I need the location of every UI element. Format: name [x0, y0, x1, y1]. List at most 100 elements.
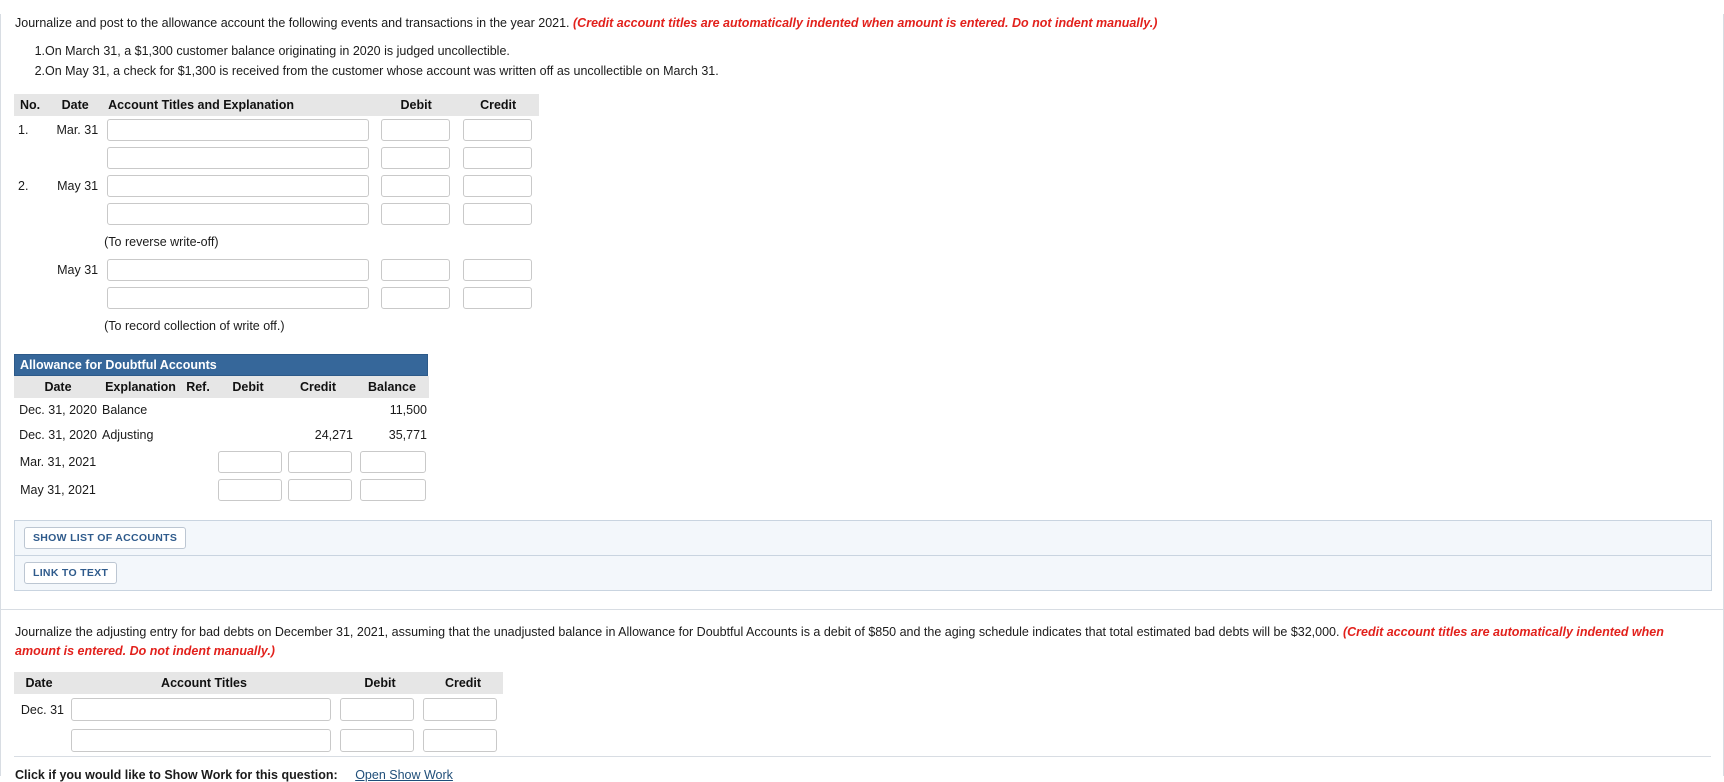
ledger-balance: 35,771	[388, 428, 427, 443]
debit-cell	[337, 725, 420, 756]
link-to-text-button[interactable]: LINK TO TEXT	[24, 561, 118, 584]
question-1-intro-text: Journalize and post to the allowance acc…	[15, 16, 570, 30]
account-title-input[interactable]	[107, 286, 370, 309]
credit-input[interactable]	[463, 146, 533, 169]
table-row: 1. Mar. 31	[14, 116, 539, 144]
ledger-explanation	[102, 448, 179, 476]
debit-cell	[375, 116, 457, 144]
journal-entry-header-row: No. Date Account Titles and Explanation …	[14, 93, 540, 116]
ledger-balance-input[interactable]	[360, 478, 426, 501]
credit-input[interactable]	[423, 729, 497, 753]
show-work-label: Click if you would like to Show Work for…	[15, 768, 338, 782]
debit-input[interactable]	[381, 202, 451, 225]
open-show-work-link[interactable]: Open Show Work	[355, 768, 453, 782]
row-number	[14, 200, 46, 228]
table-row: 2. May 31	[14, 172, 539, 200]
table-row: May 31	[14, 256, 539, 284]
show-work-row: Click if you would like to Show Work for…	[15, 768, 1723, 782]
row-date	[46, 144, 104, 172]
ledger-balance-cell	[357, 448, 429, 476]
memo-spacer	[46, 228, 104, 256]
account-title-input[interactable]	[107, 118, 370, 141]
debit-input[interactable]	[381, 258, 451, 281]
account-title-input[interactable]	[71, 729, 331, 753]
ledger-debit-input[interactable]	[218, 450, 282, 473]
question-1-section: Journalize and post to the allowance acc…	[1, 14, 1723, 81]
debit-cell	[375, 144, 457, 172]
question-1-intro-note: (Credit account titles are automatically…	[573, 16, 1158, 30]
memo-spacer	[457, 228, 539, 256]
credit-input[interactable]	[463, 174, 533, 197]
ledger-column-header-explanation: Explanation	[102, 375, 179, 398]
debit-input[interactable]	[381, 146, 451, 169]
account-title-input[interactable]	[107, 258, 370, 281]
column-header-credit: Credit	[457, 93, 540, 116]
column-header-date: Date	[14, 672, 68, 695]
account-title-input[interactable]	[107, 146, 370, 169]
question-1-event-list: 1. On March 31, a $1,300 customer balanc…	[15, 42, 1711, 81]
debit-cell	[375, 200, 457, 228]
credit-input[interactable]	[463, 258, 533, 281]
ledger-debit-input[interactable]	[218, 478, 282, 501]
account-title-cell	[104, 144, 375, 172]
row-number	[14, 144, 46, 172]
credit-cell	[420, 694, 503, 725]
show-list-of-accounts-bar: SHOW LIST OF ACCOUNTS	[14, 519, 1712, 556]
question-1-intro: Journalize and post to the allowance acc…	[15, 14, 1711, 32]
ledger-explanation: Balance	[102, 403, 148, 418]
credit-cell	[457, 172, 539, 200]
debit-input[interactable]	[381, 286, 451, 309]
account-title-input[interactable]	[107, 202, 370, 225]
debit-input[interactable]	[381, 118, 451, 141]
ledger-date: Dec. 31, 2020	[19, 428, 97, 443]
ledger-header-row: Date Explanation Ref. Debit Credit Balan…	[14, 375, 429, 398]
ledger-column-header-ref: Ref.	[179, 375, 217, 398]
adjusting-entry-table: Date Account Titles Debit Credit Dec. 31	[14, 672, 503, 756]
ledger-credit-cell	[283, 476, 357, 504]
account-title-cell	[104, 116, 375, 144]
ledger-column-header-date: Date	[14, 375, 102, 398]
debit-input[interactable]	[340, 729, 414, 753]
row-number: 2.	[18, 178, 29, 193]
table-row: Dec. 31, 2020 Balance 11,500	[14, 398, 429, 423]
ledger-balance-input[interactable]	[360, 450, 426, 473]
table-row: Mar. 31, 2021	[14, 448, 429, 476]
account-title-input[interactable]	[107, 174, 370, 197]
memo-spacer	[375, 312, 457, 340]
ledger-credit-input[interactable]	[288, 450, 352, 473]
list-item-number: 1.	[34, 44, 45, 59]
credit-input[interactable]	[463, 202, 533, 225]
ledger-table: Date Explanation Ref. Debit Credit Balan…	[14, 375, 429, 504]
credit-cell	[457, 256, 539, 284]
credit-cell	[457, 144, 539, 172]
ledger-date: May 31, 2021	[20, 482, 96, 497]
memo-spacer	[46, 312, 104, 340]
credit-input[interactable]	[463, 118, 533, 141]
ledger-credit-cell	[283, 448, 357, 476]
credit-input[interactable]	[423, 698, 497, 722]
debit-input[interactable]	[340, 698, 414, 722]
journal-entry-table: No. Date Account Titles and Explanation …	[14, 93, 540, 340]
account-title-input[interactable]	[71, 698, 331, 722]
row-date: May 31	[57, 178, 99, 193]
credit-cell	[420, 725, 503, 756]
show-list-of-accounts-button[interactable]: SHOW LIST OF ACCOUNTS	[24, 526, 187, 549]
list-item-number: 2.	[34, 63, 45, 78]
ledger-credit-input[interactable]	[288, 478, 352, 501]
ledger-date: Dec. 31, 2020	[19, 403, 97, 418]
adjusting-entry-header-row: Date Account Titles Debit Credit	[14, 672, 503, 695]
table-row	[14, 144, 539, 172]
memo-row: (To reverse write-off)	[14, 228, 539, 256]
account-title-cell	[104, 284, 375, 312]
credit-cell	[457, 284, 539, 312]
section-divider	[1, 608, 1723, 610]
account-title-cell	[104, 172, 375, 200]
table-row: Dec. 31	[14, 694, 503, 725]
debit-input[interactable]	[381, 174, 451, 197]
credit-input[interactable]	[463, 286, 533, 309]
ledger-debit	[217, 423, 283, 448]
column-header-credit: Credit	[420, 672, 503, 695]
column-header-debit: Debit	[375, 93, 458, 116]
account-title-cell	[68, 694, 337, 725]
ledger-column-header-balance: Balance	[357, 375, 429, 398]
